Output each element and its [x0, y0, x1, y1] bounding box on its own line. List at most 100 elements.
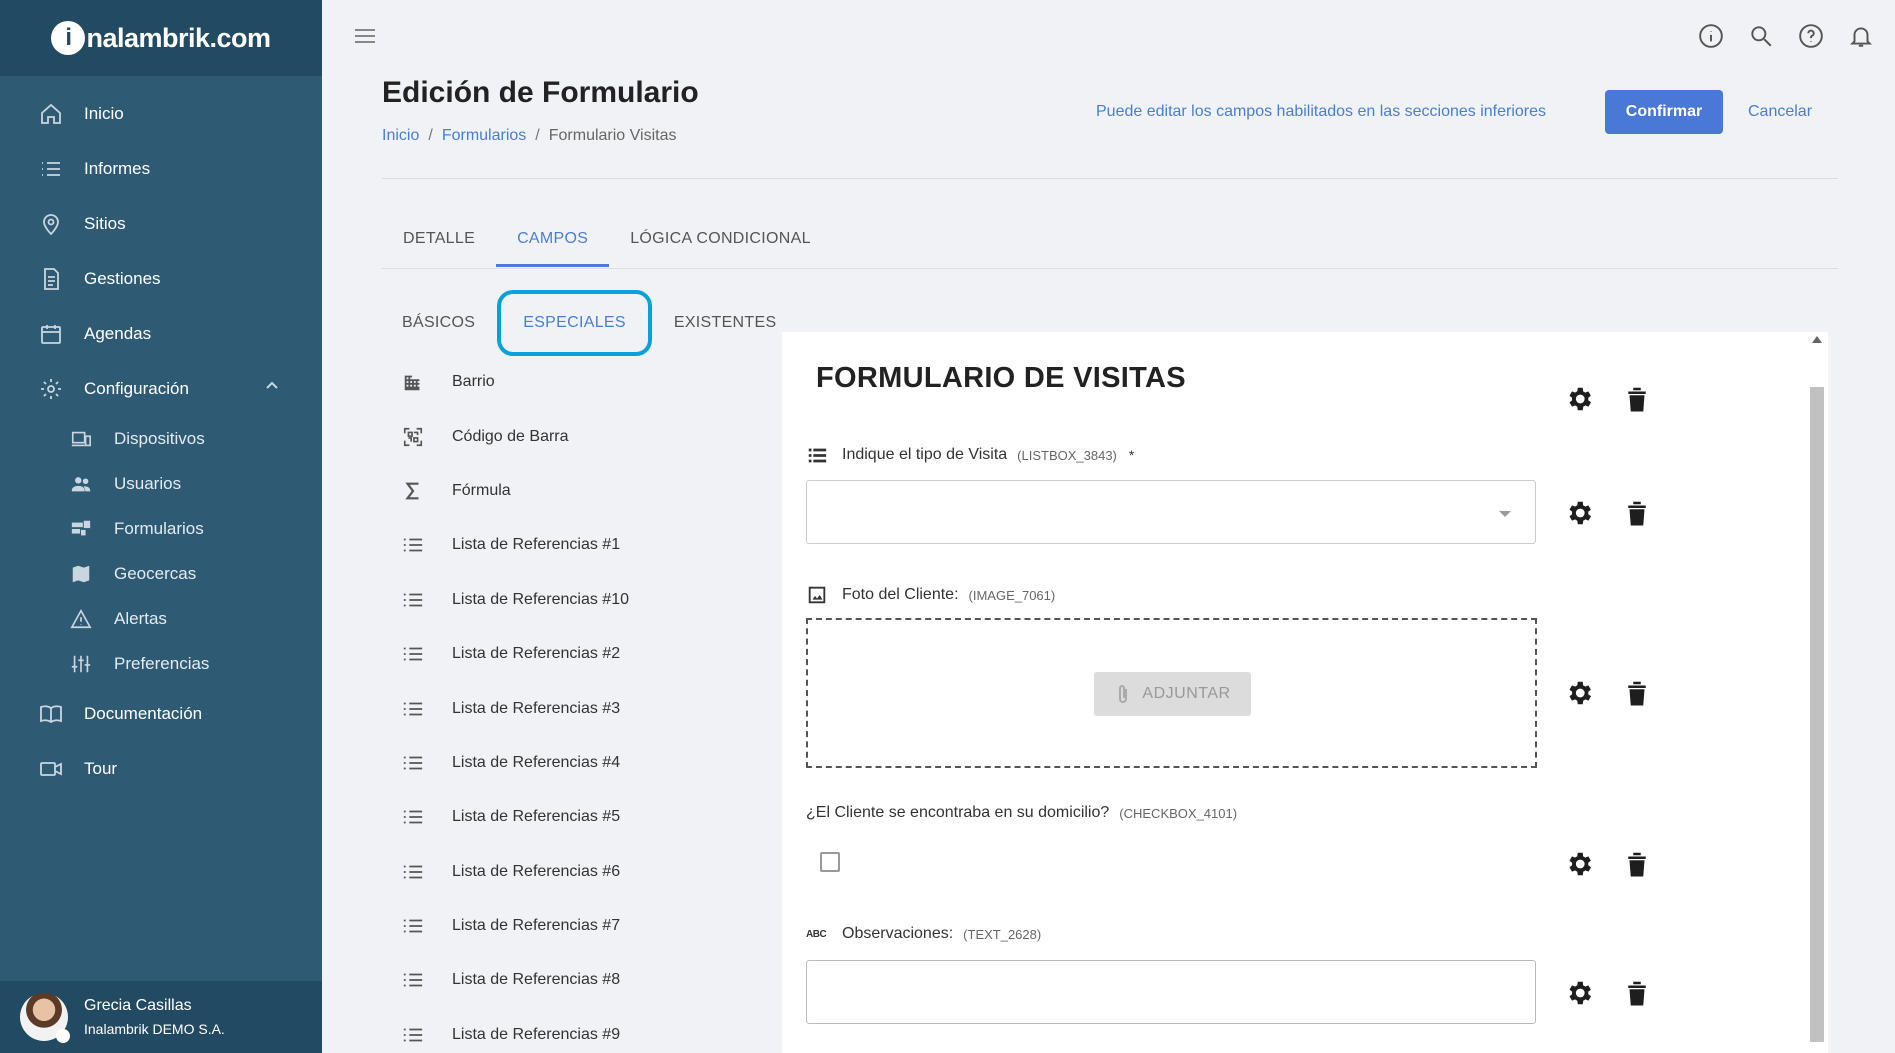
- gear-icon[interactable]: [1564, 847, 1594, 881]
- field-item-label: Lista de Referencias #6: [452, 862, 621, 880]
- question-text: Observaciones:: [842, 925, 954, 942]
- sidebar-item-label: Gestiones: [84, 268, 161, 288]
- field-item-lista-referencias[interactable]: Lista de Referencias #5: [382, 790, 762, 844]
- tab-detalle[interactable]: DETALLE: [382, 214, 496, 267]
- field-item-label: Lista de Referencias #7: [452, 917, 621, 935]
- calendar-icon: [38, 321, 64, 347]
- breadcrumb-formularios[interactable]: Formularios: [442, 127, 526, 144]
- field-item-lista-referencias[interactable]: Lista de Referencias #2: [382, 627, 762, 681]
- warning-icon: [68, 606, 94, 632]
- sidebar-item-geocercas[interactable]: Geocercas: [0, 551, 322, 596]
- breadcrumb-inicio[interactable]: Inicio: [382, 127, 419, 144]
- sidebar-item-sitios[interactable]: Sitios: [0, 196, 322, 251]
- list-icon: [382, 915, 448, 937]
- avatar: [20, 993, 70, 1043]
- tab-logica-condicional[interactable]: LÓGICA CONDICIONAL: [609, 214, 832, 267]
- field-item-lista-referencias[interactable]: Lista de Referencias #8: [382, 953, 762, 1007]
- sidebar-item-documentacion[interactable]: Documentación: [0, 686, 322, 741]
- logo-text: nalambrik.com: [86, 22, 271, 53]
- cancel-button[interactable]: Cancelar: [1748, 90, 1812, 134]
- image-icon: [806, 584, 830, 606]
- list-icon: [38, 156, 64, 182]
- form-title-actions: [1564, 382, 1652, 416]
- field-item-barrio[interactable]: Barrio: [382, 355, 762, 409]
- sidebar-item-informes[interactable]: Informes: [0, 141, 322, 196]
- menu-icon[interactable]: [353, 26, 377, 46]
- sidebar-item-label: Inicio: [84, 103, 124, 123]
- search-icon[interactable]: [1747, 22, 1775, 50]
- sidebar-item-gestiones[interactable]: Gestiones: [0, 251, 322, 306]
- observaciones-textbox[interactable]: [806, 960, 1536, 1024]
- field-item-lista-referencias[interactable]: Lista de Referencias #6: [382, 845, 762, 899]
- canvas-scrollbar[interactable]: [1808, 332, 1826, 1053]
- info-icon[interactable]: [1697, 22, 1725, 50]
- gear-icon[interactable]: [1564, 676, 1594, 710]
- trash-icon[interactable]: [1622, 976, 1652, 1010]
- user-profile[interactable]: Grecia Casillas Inalambrik DEMO S.A.: [0, 981, 322, 1053]
- field-item-formula[interactable]: Fórmula: [382, 464, 762, 518]
- sidebar-item-dispositivos[interactable]: Dispositivos: [0, 416, 322, 461]
- sidebar-item-usuarios[interactable]: Usuarios: [0, 461, 322, 506]
- question-actions: [1564, 676, 1652, 710]
- bell-icon[interactable]: [1847, 22, 1875, 50]
- sidebar-item-alertas[interactable]: Alertas: [0, 596, 322, 641]
- trash-icon[interactable]: [1622, 382, 1652, 416]
- devices-icon: [68, 426, 94, 452]
- sidebar-item-label: Preferencias: [114, 653, 210, 673]
- user-org: Inalambrik DEMO S.A.: [84, 1021, 225, 1037]
- field-item-lista-referencias[interactable]: Lista de Referencias #7: [382, 899, 762, 953]
- trash-icon[interactable]: [1622, 847, 1652, 881]
- chevron-up-icon[interactable]: [264, 378, 280, 399]
- question-text: Indique el tipo de Visita: [842, 446, 1008, 463]
- help-icon[interactable]: [1797, 22, 1825, 50]
- list-icon: [806, 444, 830, 466]
- field-item-lista-referencias[interactable]: Lista de Referencias #4: [382, 736, 762, 790]
- sidebar-item-inicio[interactable]: Inicio: [0, 86, 322, 141]
- gear-icon[interactable]: [1564, 976, 1594, 1010]
- trash-icon[interactable]: [1622, 496, 1652, 530]
- list-icon: [382, 589, 448, 611]
- list-icon: [382, 698, 448, 720]
- field-item-label: Lista de Referencias #3: [452, 699, 621, 717]
- subtab-especiales[interactable]: ESPECIALES: [497, 290, 652, 356]
- sidebar-item-preferencias[interactable]: Preferencias: [0, 641, 322, 686]
- visit-type-select[interactable]: [806, 480, 1536, 544]
- gear-icon[interactable]: [1564, 382, 1594, 416]
- scrollbar-thumb[interactable]: [1810, 387, 1824, 1042]
- field-item-lista-referencias[interactable]: Lista de Referencias #9: [382, 1008, 762, 1053]
- sidebar-item-label: Documentación: [84, 703, 203, 723]
- field-item-lista-referencias[interactable]: Lista de Referencias #1: [382, 518, 762, 572]
- image-dropzone[interactable]: ADJUNTAR: [806, 618, 1537, 768]
- sidebar-item-tour[interactable]: Tour: [0, 741, 322, 796]
- video-icon: [38, 756, 64, 782]
- subtab-existentes[interactable]: EXISTENTES: [654, 298, 797, 348]
- sliders-icon: [68, 651, 94, 677]
- scroll-up-arrow-icon[interactable]: [1812, 336, 1822, 343]
- document-icon: [38, 266, 64, 292]
- tab-campos[interactable]: CAMPOS: [496, 214, 610, 267]
- sidebar-item-configuracion[interactable]: Configuración: [0, 361, 322, 416]
- confirm-button[interactable]: Confirmar: [1605, 90, 1723, 134]
- breadcrumb-current: Formulario Visitas: [548, 127, 677, 144]
- domicilio-checkbox[interactable]: [820, 852, 840, 872]
- field-item-lista-referencias[interactable]: Lista de Referencias #3: [382, 681, 762, 735]
- sidebar-item-agendas[interactable]: Agendas: [0, 306, 322, 361]
- field-item-label: Lista de Referencias #1: [452, 536, 621, 554]
- question-actions: [1564, 976, 1652, 1010]
- map-icon: [68, 561, 94, 587]
- sidebar-nav: Inicio Informes Sitios Gestiones Agendas…: [0, 76, 322, 796]
- sidebar-item-label: Geocercas: [114, 563, 197, 583]
- brand-logo[interactable]: i nalambrik.com: [0, 0, 322, 76]
- sidebar-item-formularios[interactable]: Formularios: [0, 506, 322, 551]
- field-item-codigo-barra[interactable]: Código de Barra: [382, 409, 762, 463]
- attach-button[interactable]: ADJUNTAR: [1094, 672, 1251, 716]
- edit-hint: Puede editar los campos habilitados en l…: [1096, 103, 1547, 120]
- field-item-lista-referencias[interactable]: Lista de Referencias #10: [382, 573, 762, 627]
- building-icon: [382, 371, 448, 393]
- gear-icon[interactable]: [1564, 496, 1594, 530]
- sidebar-item-label: Agendas: [84, 323, 152, 343]
- trash-icon[interactable]: [1622, 676, 1652, 710]
- question-actions: [1564, 496, 1652, 530]
- qr-code-icon: [382, 426, 448, 448]
- subtab-basicos[interactable]: BÁSICOS: [382, 298, 495, 348]
